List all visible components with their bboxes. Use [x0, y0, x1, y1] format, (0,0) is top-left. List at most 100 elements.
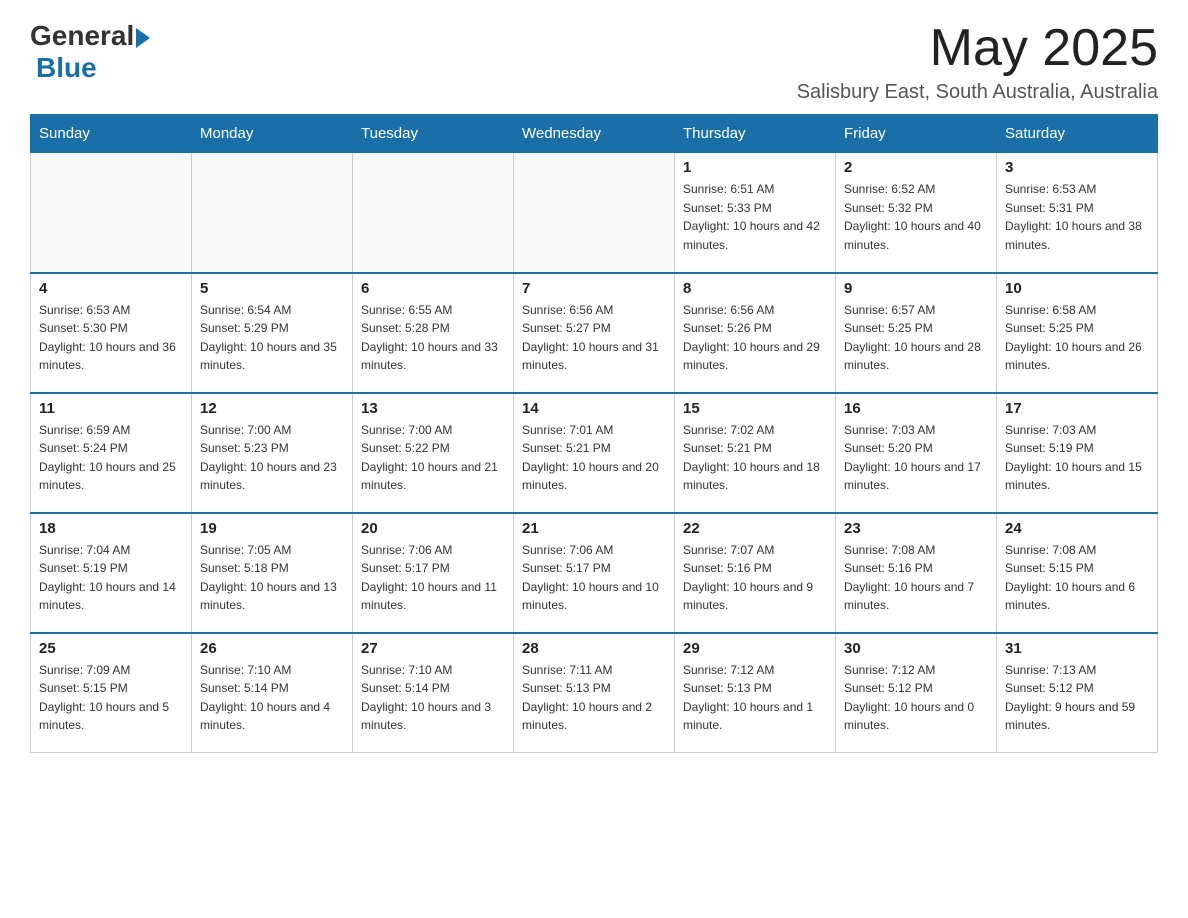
logo-arrow-icon [136, 28, 150, 48]
calendar-cell: 26 Sunrise: 7:10 AM Sunset: 5:14 PM Dayli… [192, 633, 353, 753]
calendar-week-row: 4 Sunrise: 6:53 AM Sunset: 5:30 PM Daylig… [31, 273, 1158, 393]
day-info: Sunrise: 6:58 AM Sunset: 5:25 PM Dayligh… [1005, 301, 1149, 375]
day-info: Sunrise: 7:12 AM Sunset: 5:13 PM Dayligh… [683, 661, 827, 735]
calendar-cell [31, 153, 192, 273]
calendar-week-row: 11 Sunrise: 6:59 AM Sunset: 5:24 PM Dayli… [31, 393, 1158, 513]
page-header: General Blue May 2025 Salisbury East, So… [30, 20, 1158, 104]
calendar-week-row: 1Sunrise: 6:51 AM Sunset: 5:33 PM Daylig… [31, 153, 1158, 273]
calendar-cell: 25 Sunrise: 7:09 AM Sunset: 5:15 PM Dayli… [31, 633, 192, 753]
calendar-cell: 24 Sunrise: 7:08 AM Sunset: 5:15 PM Dayli… [997, 513, 1158, 633]
weekday-header-wednesday: Wednesday [514, 115, 675, 153]
day-number: 12 [200, 400, 344, 417]
day-info: Sunrise: 7:02 AM Sunset: 5:21 PM Dayligh… [683, 421, 827, 495]
calendar-cell: 13 Sunrise: 7:00 AM Sunset: 5:22 PM Dayli… [353, 393, 514, 513]
day-number: 11 [39, 400, 183, 417]
day-info: Sunrise: 6:53 AM Sunset: 5:31 PM Dayligh… [1005, 180, 1149, 254]
day-number: 25 [39, 640, 183, 657]
calendar-cell: 3Sunrise: 6:53 AM Sunset: 5:31 PM Daylig… [997, 153, 1158, 273]
day-info: Sunrise: 7:03 AM Sunset: 5:19 PM Dayligh… [1005, 421, 1149, 495]
weekday-header-thursday: Thursday [675, 115, 836, 153]
calendar-cell: 23Sunrise: 7:08 AM Sunset: 5:16 PM Dayli… [836, 513, 997, 633]
day-number: 22 [683, 520, 827, 537]
day-number: 19 [200, 520, 344, 537]
calendar-cell [514, 153, 675, 273]
calendar-header-row: SundayMondayTuesdayWednesdayThursdayFrid… [31, 115, 1158, 153]
calendar-cell: 17Sunrise: 7:03 AM Sunset: 5:19 PM Dayli… [997, 393, 1158, 513]
calendar-cell: 22 Sunrise: 7:07 AM Sunset: 5:16 PM Dayli… [675, 513, 836, 633]
calendar-cell: 14 Sunrise: 7:01 AM Sunset: 5:21 PM Dayli… [514, 393, 675, 513]
day-info: Sunrise: 7:11 AM Sunset: 5:13 PM Dayligh… [522, 661, 666, 735]
calendar-cell: 5 Sunrise: 6:54 AM Sunset: 5:29 PM Daylig… [192, 273, 353, 393]
calendar-cell [192, 153, 353, 273]
day-info: Sunrise: 7:01 AM Sunset: 5:21 PM Dayligh… [522, 421, 666, 495]
logo-general-text: General [30, 20, 134, 52]
logo: General Blue [30, 20, 150, 84]
day-number: 21 [522, 520, 666, 537]
calendar-cell: 2 Sunrise: 6:52 AM Sunset: 5:32 PM Daylig… [836, 153, 997, 273]
day-info: Sunrise: 7:13 AM Sunset: 5:12 PM Dayligh… [1005, 661, 1149, 735]
day-info: Sunrise: 7:06 AM Sunset: 5:17 PM Dayligh… [361, 541, 505, 615]
day-info: Sunrise: 6:59 AM Sunset: 5:24 PM Dayligh… [39, 421, 183, 495]
weekday-header-sunday: Sunday [31, 115, 192, 153]
calendar-week-row: 25 Sunrise: 7:09 AM Sunset: 5:15 PM Dayli… [31, 633, 1158, 753]
day-number: 30 [844, 640, 988, 657]
day-info: Sunrise: 6:52 AM Sunset: 5:32 PM Dayligh… [844, 180, 988, 254]
calendar-cell: 11 Sunrise: 6:59 AM Sunset: 5:24 PM Dayli… [31, 393, 192, 513]
calendar-cell: 19 Sunrise: 7:05 AM Sunset: 5:18 PM Dayli… [192, 513, 353, 633]
day-info: Sunrise: 7:03 AM Sunset: 5:20 PM Dayligh… [844, 421, 988, 495]
day-info: Sunrise: 7:05 AM Sunset: 5:18 PM Dayligh… [200, 541, 344, 615]
calendar-cell: 29 Sunrise: 7:12 AM Sunset: 5:13 PM Dayli… [675, 633, 836, 753]
day-info: Sunrise: 7:07 AM Sunset: 5:16 PM Dayligh… [683, 541, 827, 615]
day-number: 10 [1005, 280, 1149, 297]
day-info: Sunrise: 7:00 AM Sunset: 5:22 PM Dayligh… [361, 421, 505, 495]
calendar-table: SundayMondayTuesdayWednesdayThursdayFrid… [30, 114, 1158, 753]
day-number: 27 [361, 640, 505, 657]
day-number: 13 [361, 400, 505, 417]
day-number: 23 [844, 520, 988, 537]
day-number: 2 [844, 159, 988, 176]
day-number: 6 [361, 280, 505, 297]
day-number: 20 [361, 520, 505, 537]
day-number: 24 [1005, 520, 1149, 537]
calendar-cell: 27 Sunrise: 7:10 AM Sunset: 5:14 PM Dayli… [353, 633, 514, 753]
calendar-cell [353, 153, 514, 273]
day-info: Sunrise: 7:08 AM Sunset: 5:15 PM Dayligh… [1005, 541, 1149, 615]
day-info: Sunrise: 7:12 AM Sunset: 5:12 PM Dayligh… [844, 661, 988, 735]
day-number: 1 [683, 159, 827, 176]
day-number: 9 [844, 280, 988, 297]
day-info: Sunrise: 7:09 AM Sunset: 5:15 PM Dayligh… [39, 661, 183, 735]
day-number: 7 [522, 280, 666, 297]
day-number: 5 [200, 280, 344, 297]
calendar-cell: 4 Sunrise: 6:53 AM Sunset: 5:30 PM Daylig… [31, 273, 192, 393]
day-info: Sunrise: 6:53 AM Sunset: 5:30 PM Dayligh… [39, 301, 183, 375]
calendar-cell: 12 Sunrise: 7:00 AM Sunset: 5:23 PM Dayli… [192, 393, 353, 513]
day-number: 14 [522, 400, 666, 417]
calendar-cell: 16 Sunrise: 7:03 AM Sunset: 5:20 PM Dayli… [836, 393, 997, 513]
day-info: Sunrise: 7:00 AM Sunset: 5:23 PM Dayligh… [200, 421, 344, 495]
day-number: 31 [1005, 640, 1149, 657]
calendar-week-row: 18Sunrise: 7:04 AM Sunset: 5:19 PM Dayli… [31, 513, 1158, 633]
weekday-header-friday: Friday [836, 115, 997, 153]
day-number: 15 [683, 400, 827, 417]
day-number: 16 [844, 400, 988, 417]
day-info: Sunrise: 6:56 AM Sunset: 5:26 PM Dayligh… [683, 301, 827, 375]
location-subtitle: Salisbury East, South Australia, Austral… [797, 81, 1158, 104]
day-info: Sunrise: 6:54 AM Sunset: 5:29 PM Dayligh… [200, 301, 344, 375]
calendar-cell: 9Sunrise: 6:57 AM Sunset: 5:25 PM Daylig… [836, 273, 997, 393]
day-info: Sunrise: 7:10 AM Sunset: 5:14 PM Dayligh… [200, 661, 344, 735]
calendar-cell: 7Sunrise: 6:56 AM Sunset: 5:27 PM Daylig… [514, 273, 675, 393]
calendar-cell: 20 Sunrise: 7:06 AM Sunset: 5:17 PM Dayli… [353, 513, 514, 633]
day-info: Sunrise: 7:10 AM Sunset: 5:14 PM Dayligh… [361, 661, 505, 735]
day-number: 4 [39, 280, 183, 297]
weekday-header-saturday: Saturday [997, 115, 1158, 153]
calendar-cell: 6 Sunrise: 6:55 AM Sunset: 5:28 PM Daylig… [353, 273, 514, 393]
day-number: 26 [200, 640, 344, 657]
day-info: Sunrise: 6:55 AM Sunset: 5:28 PM Dayligh… [361, 301, 505, 375]
month-year-title: May 2025 [797, 20, 1158, 77]
day-number: 29 [683, 640, 827, 657]
calendar-cell: 31 Sunrise: 7:13 AM Sunset: 5:12 PM Dayli… [997, 633, 1158, 753]
weekday-header-monday: Monday [192, 115, 353, 153]
day-number: 8 [683, 280, 827, 297]
calendar-cell: 15 Sunrise: 7:02 AM Sunset: 5:21 PM Dayli… [675, 393, 836, 513]
day-number: 28 [522, 640, 666, 657]
